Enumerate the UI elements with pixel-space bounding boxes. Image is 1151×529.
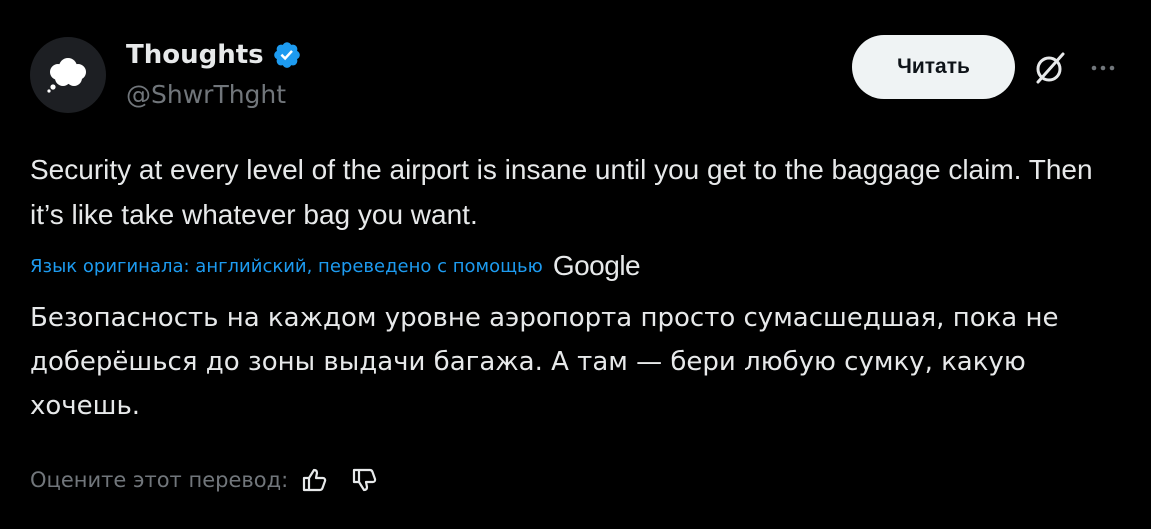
avatar[interactable] [30,37,106,113]
cloud-icon [47,58,86,93]
author-name-row[interactable]: Thoughts [126,40,302,70]
grok-icon[interactable] [1030,50,1070,86]
rate-translation: Оцените этот перевод: [30,466,378,494]
google-logo: Google [552,250,641,281]
thumbs-down-icon[interactable] [350,466,378,494]
verified-badge-icon[interactable] [272,40,302,70]
rate-translation-label: Оцените этот перевод: [30,468,289,492]
author-handle[interactable]: @ShwrThght [126,80,286,109]
thumbs-up-icon[interactable] [300,466,328,494]
translation-note-text: Язык оригинала: английский, переведено с… [30,255,543,277]
more-icon[interactable] [1087,52,1119,84]
read-button[interactable]: Читать [852,35,1015,99]
translation-note[interactable]: Язык оригинала: английский, переведено с… [30,250,641,282]
post-translated-text: Безопасность на каждом уровне аэропорта … [30,303,1059,421]
post-original-text: Security at every level of the airport i… [30,154,1093,230]
author-name[interactable]: Thoughts [126,40,264,70]
